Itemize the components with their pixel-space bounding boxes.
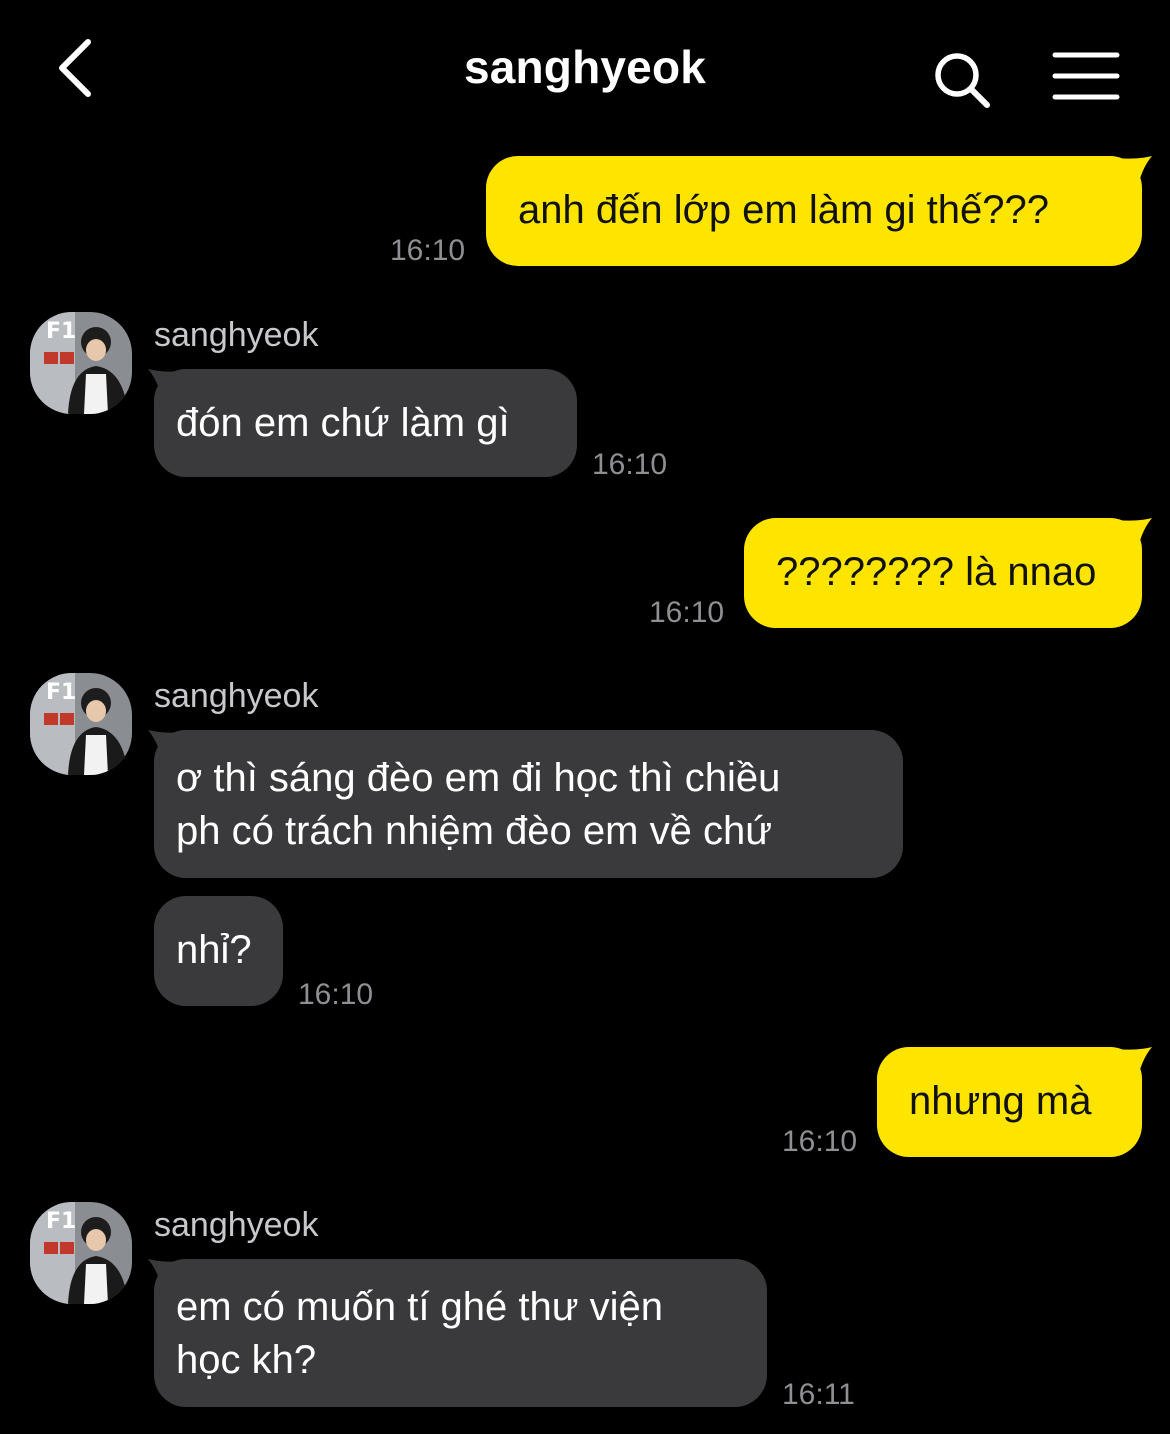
menu-icon[interactable] [1052,50,1120,104]
message-time: 16:10 [782,1125,858,1158]
bubble-tail [1116,156,1152,186]
svg-text:F1: F1 [46,680,76,705]
message-text: nhưng mà [909,1079,1092,1123]
message-time: 16:10 [390,234,466,267]
their-message-bubble[interactable]: nhỉ? [154,896,283,1006]
chat-title: sanghyeok [463,41,707,93]
sender-name: sanghyeok [154,1206,319,1244]
message-time: 16:10 [592,448,668,481]
svg-text:F1: F1 [46,319,76,344]
message-text: nhỉ? [176,928,252,972]
svg-text:F1: F1 [46,1209,76,1234]
avatar[interactable]: F1 [30,312,132,414]
bubble-tail [1116,1047,1152,1077]
profile-photo-icon: F1 [30,1202,132,1304]
my-message-bubble[interactable]: anh đến lớp em làm gi thế??? [486,156,1142,266]
message-line: ơ thì sáng đèo em đi học thì chiều [176,756,781,800]
message-text: anh đến lớp em làm gi thế??? [518,188,1050,232]
message-line: ph có trách nhiệm đèo em về chứ [176,809,772,853]
message-time: 16:11 [782,1378,855,1411]
search-icon[interactable] [932,50,992,110]
profile-photo-icon: F1 [30,673,132,775]
bubble-tail [1116,518,1152,548]
my-message-bubble[interactable]: nhưng mà [877,1047,1142,1157]
message-time: 16:10 [649,596,725,629]
their-message-bubble[interactable]: ơ thì sáng đèo em đi học thì chiều ph có… [154,730,903,878]
chat-header: sanghyeok [0,0,1170,140]
message-text: ???????? là nnao [776,550,1097,594]
sender-name: sanghyeok [154,316,319,354]
their-message-bubble[interactable]: đón em chứ làm gì [154,369,577,477]
sender-name: sanghyeok [154,677,319,715]
my-message-bubble[interactable]: ???????? là nnao [744,518,1142,628]
profile-photo-icon: F1 [30,312,132,414]
message-text: đón em chứ làm gì [176,401,510,445]
message-line: em có muốn tí ghé thư viện [176,1285,664,1329]
their-message-bubble[interactable]: em có muốn tí ghé thư viện học kh? [154,1259,767,1407]
avatar[interactable]: F1 [30,673,132,775]
message-time: 16:10 [298,978,374,1011]
message-line: học kh? [176,1338,317,1382]
avatar[interactable]: F1 [30,1202,132,1304]
